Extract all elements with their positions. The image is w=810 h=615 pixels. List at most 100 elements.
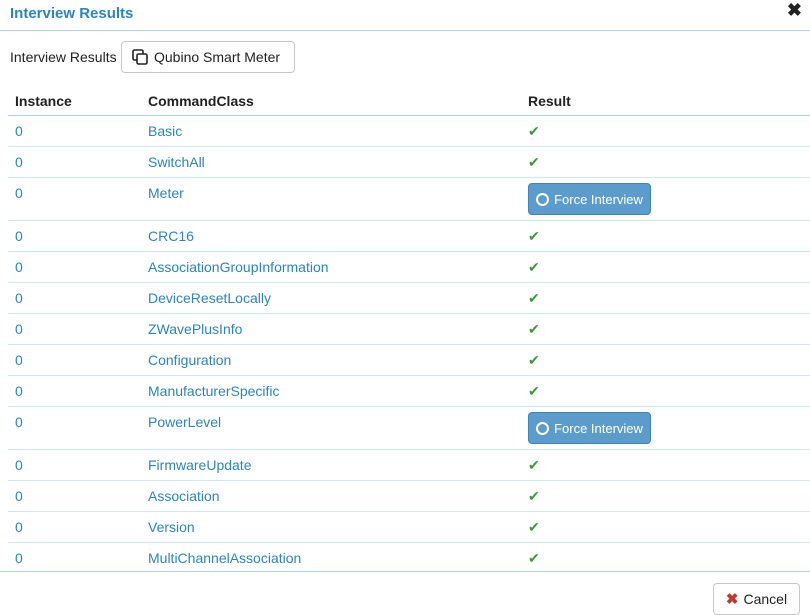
commandclass-cell: Meter (141, 177, 521, 221)
subheader-label: Interview Results (10, 49, 117, 65)
close-icon[interactable]: ✖ (787, 0, 802, 21)
table-row: 0 ZWavePlusInfo ✔ (8, 313, 810, 345)
instance-cell: 0 (8, 511, 141, 543)
column-header-instance: Instance (8, 86, 141, 116)
instance-link[interactable]: 0 (15, 116, 141, 139)
commandclass-cell: Configuration (141, 344, 521, 376)
commandclass-cell: FirmwareUpdate (141, 449, 521, 481)
commandclass-link[interactable]: FirmwareUpdate (148, 450, 521, 473)
result-cell: ✔ (521, 313, 810, 345)
result-cell: ✔ (521, 375, 810, 407)
check-icon: ✔ (528, 154, 540, 170)
instance-link[interactable]: 0 (15, 543, 141, 566)
result-cell: ✔ (521, 511, 810, 543)
instance-link[interactable]: 0 (15, 407, 141, 430)
instance-link[interactable]: 0 (15, 314, 141, 337)
check-icon: ✔ (528, 488, 540, 504)
instance-cell: 0 (8, 480, 141, 512)
cancel-button[interactable]: ✖ Cancel (713, 583, 800, 615)
check-icon: ✔ (528, 352, 540, 368)
commandclass-link[interactable]: ZWavePlusInfo (148, 314, 521, 337)
commandclass-cell: MultiChannelAssociation (141, 543, 521, 574)
commandclass-link[interactable]: MultiChannelAssociation (148, 543, 521, 566)
instance-cell: 0 (8, 406, 141, 450)
instance-link[interactable]: 0 (15, 376, 141, 399)
instance-cell: 0 (8, 251, 141, 283)
table-body: 0 Basic ✔ 0 SwitchAll ✔ 0 Meter Force Interview 0… (8, 115, 810, 574)
commandclass-cell: AssociationGroupInformation (141, 251, 521, 283)
commandclass-link[interactable]: Configuration (148, 345, 521, 368)
check-icon: ✔ (528, 550, 540, 566)
result-cell: ✔ (521, 449, 810, 481)
check-icon: ✔ (528, 321, 540, 337)
force-interview-label: Force Interview (554, 420, 643, 436)
check-icon: ✔ (528, 228, 540, 244)
modal-header: Interview Results ✖ (0, 0, 810, 31)
instance-link[interactable]: 0 (15, 252, 141, 275)
result-cell: Force Interview (521, 177, 810, 221)
commandclass-link[interactable]: Association (148, 481, 521, 504)
instance-link[interactable]: 0 (15, 481, 141, 504)
table-row: 0 MultiChannelAssociation ✔ (8, 543, 810, 574)
table-row: 0 PowerLevel Force Interview (8, 406, 810, 450)
instance-cell: 0 (8, 282, 141, 314)
instance-cell: 0 (8, 375, 141, 407)
copy-icon (132, 49, 148, 65)
table-row: 0 DeviceResetLocally ✔ (8, 282, 810, 314)
table-row: 0 SwitchAll ✔ (8, 146, 810, 178)
result-cell: ✔ (521, 251, 810, 283)
commandclass-link[interactable]: SwitchAll (148, 147, 521, 170)
commandclass-cell: Basic (141, 115, 521, 147)
force-interview-button[interactable]: Force Interview (528, 412, 651, 444)
table-row: 0 AssociationGroupInformation ✔ (8, 251, 810, 283)
instance-cell: 0 (8, 344, 141, 376)
instance-cell: 0 (8, 146, 141, 178)
commandclass-link[interactable]: ManufacturerSpecific (148, 376, 521, 399)
commandclass-cell: DeviceResetLocally (141, 282, 521, 314)
force-interview-label: Force Interview (554, 191, 643, 207)
interview-table: Instance CommandClass Result 0 Basic ✔ 0 Swi… (8, 86, 810, 573)
instance-link[interactable]: 0 (15, 345, 141, 368)
commandclass-link[interactable]: PowerLevel (148, 407, 521, 430)
instance-link[interactable]: 0 (15, 178, 141, 201)
column-header-result: Result (521, 86, 810, 116)
check-icon: ✔ (528, 290, 540, 306)
commandclass-link[interactable]: AssociationGroupInformation (148, 252, 521, 275)
commandclass-cell: ManufacturerSpecific (141, 375, 521, 407)
result-cell: Force Interview (521, 406, 810, 450)
table-row: 0 CRC16 ✔ (8, 220, 810, 252)
table-row: 0 ManufacturerSpecific ✔ (8, 375, 810, 407)
instance-link[interactable]: 0 (15, 147, 141, 170)
table-row: 0 Configuration ✔ (8, 344, 810, 376)
instance-link[interactable]: 0 (15, 450, 141, 473)
instance-link[interactable]: 0 (15, 512, 141, 535)
instance-link[interactable]: 0 (15, 283, 141, 306)
check-icon: ✔ (528, 383, 540, 399)
commandclass-cell: Version (141, 511, 521, 543)
table-row: 0 Meter Force Interview (8, 177, 810, 221)
instance-cell: 0 (8, 177, 141, 221)
check-icon: ✔ (528, 259, 540, 275)
commandclass-link[interactable]: Basic (148, 116, 521, 139)
check-icon: ✔ (528, 457, 540, 473)
instance-link[interactable]: 0 (15, 221, 141, 244)
commandclass-link[interactable]: Meter (148, 178, 521, 201)
result-cell: ✔ (521, 282, 810, 314)
commandclass-cell: ZWavePlusInfo (141, 313, 521, 345)
check-icon: ✔ (528, 519, 540, 535)
commandclass-link[interactable]: DeviceResetLocally (148, 283, 521, 306)
device-button[interactable]: Qubino Smart Meter (121, 41, 295, 73)
force-interview-button[interactable]: Force Interview (528, 183, 651, 215)
device-button-label: Qubino Smart Meter (154, 49, 281, 65)
result-cell: ✔ (521, 220, 810, 252)
commandclass-cell: CRC16 (141, 220, 521, 252)
table-header-row: Instance CommandClass Result (8, 86, 810, 116)
modal-title: Interview Results (10, 5, 134, 22)
modal-footer: ✖ Cancel (0, 571, 810, 615)
commandclass-link[interactable]: Version (148, 512, 521, 535)
instance-cell: 0 (8, 543, 141, 574)
table-row: 0 Basic ✔ (8, 115, 810, 147)
instance-cell: 0 (8, 220, 141, 252)
commandclass-link[interactable]: CRC16 (148, 221, 521, 244)
table-row: 0 FirmwareUpdate ✔ (8, 449, 810, 481)
